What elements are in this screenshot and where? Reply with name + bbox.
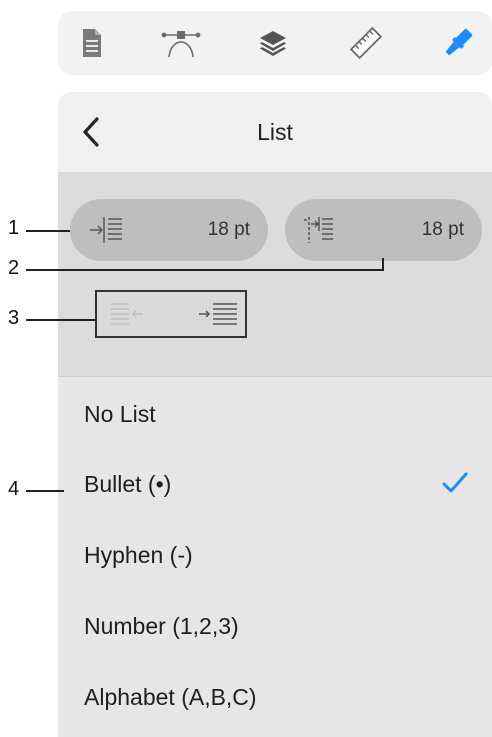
list-item-label: Bullet (•) bbox=[84, 471, 172, 497]
list-item-hyphen[interactable]: Hyphen (-) bbox=[58, 520, 492, 590]
page-title: List bbox=[257, 119, 293, 145]
back-button[interactable] bbox=[76, 114, 106, 150]
bezier-pen-button[interactable] bbox=[161, 23, 201, 63]
list-item-label: Number (1,2,3) bbox=[84, 613, 239, 639]
callout-1-line bbox=[26, 230, 70, 232]
callout-2-label: 2 bbox=[8, 257, 20, 279]
top-toolbar bbox=[58, 11, 492, 75]
document-icon bbox=[83, 29, 101, 57]
list-item-no-list[interactable]: No List bbox=[58, 379, 492, 449]
list-item-alphabet[interactable]: Alphabet (A,B,C) bbox=[58, 662, 492, 732]
decrease-indent-button[interactable] bbox=[109, 300, 147, 330]
callout-4-label: 4 bbox=[8, 478, 20, 500]
ruler-button[interactable] bbox=[346, 23, 386, 63]
list-item-number[interactable]: Number (1,2,3) bbox=[58, 591, 492, 661]
chevron-left-icon bbox=[83, 117, 99, 147]
callout-3-line bbox=[26, 319, 96, 321]
callout-2-line bbox=[26, 269, 384, 271]
callout-2-tick bbox=[382, 258, 384, 271]
layers-button[interactable] bbox=[253, 23, 293, 63]
callout-4-line bbox=[26, 490, 64, 492]
indent-buttons bbox=[95, 290, 247, 338]
brush-icon bbox=[445, 28, 473, 56]
list-item-label: Alphabet (A,B,C) bbox=[84, 684, 257, 710]
callout-3-label: 3 bbox=[8, 307, 20, 329]
list-item-label: No List bbox=[84, 401, 156, 427]
list-item-label: Hyphen (-) bbox=[84, 542, 193, 568]
list-item-bullet[interactable]: Bullet (•) bbox=[58, 449, 492, 519]
left-indent-icon bbox=[90, 217, 122, 243]
panel-header: List bbox=[58, 92, 492, 173]
checkmark-icon bbox=[442, 472, 468, 493]
brush-button[interactable] bbox=[438, 23, 478, 63]
document-button[interactable] bbox=[72, 23, 112, 63]
callout-1-label: 1 bbox=[8, 217, 20, 239]
left-indent-stepper[interactable]: 18 pt bbox=[70, 199, 268, 261]
text-indent-stepper[interactable]: 18 pt bbox=[285, 199, 482, 261]
left-indent-value: 18 pt bbox=[207, 219, 250, 240]
increase-indent-button[interactable] bbox=[197, 300, 241, 330]
layers-icon bbox=[260, 31, 286, 56]
list-settings-panel: List 18 pt 18 pt No List Bullet (•) Hyph… bbox=[58, 92, 492, 737]
text-indent-icon bbox=[304, 217, 333, 243]
text-indent-value: 18 pt bbox=[421, 219, 464, 240]
section-divider bbox=[58, 376, 492, 377]
ruler-icon bbox=[349, 26, 383, 60]
bezier-pen-icon bbox=[161, 31, 201, 58]
